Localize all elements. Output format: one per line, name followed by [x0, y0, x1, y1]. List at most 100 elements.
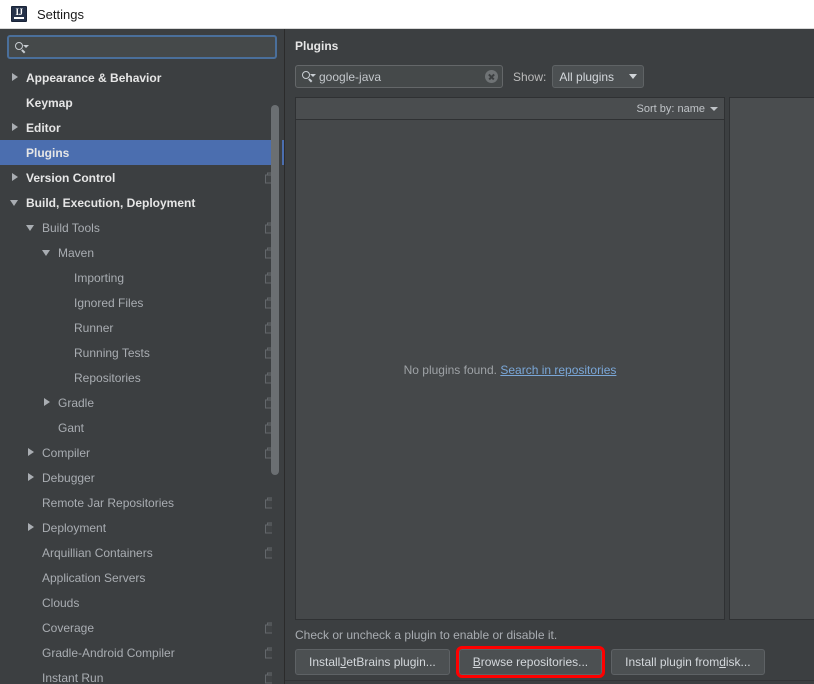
sidebar-item-debugger[interactable]: Debugger	[0, 465, 284, 490]
sidebar-item-build-execution-deployment[interactable]: Build, Execution, Deployment	[0, 190, 284, 215]
chevron-down-icon[interactable]	[10, 197, 21, 208]
sidebar-item-plugins[interactable]: Plugins	[0, 140, 284, 165]
plugin-search-input[interactable]	[319, 69, 485, 84]
plugin-action-buttons: Install JetBrains plugin... Browse reposi…	[295, 646, 814, 684]
sidebar-search-field[interactable]	[7, 35, 277, 59]
sidebar-item-application-servers[interactable]: Application Servers	[0, 565, 284, 590]
sidebar-item-deployment[interactable]: Deployment	[0, 515, 284, 540]
plugins-hint-text: Check or uncheck a plugin to enable or d…	[295, 628, 558, 642]
sidebar-item-label: Arquillian Containers	[42, 545, 153, 560]
sidebar-item-label: Clouds	[42, 595, 80, 610]
sidebar-item-label: Repositories	[74, 370, 141, 385]
sidebar-item-clouds[interactable]: Clouds	[0, 590, 284, 615]
sidebar-item-label: Build Tools	[42, 220, 100, 235]
chevron-right-icon[interactable]	[42, 397, 53, 408]
sidebar-item-gradle-android-compiler[interactable]: Gradle-Android Compiler	[0, 640, 284, 665]
chevron-right-icon[interactable]	[26, 447, 37, 458]
plugin-list-body: No plugins found. Search in repositories	[296, 120, 724, 619]
sidebar-item-editor[interactable]: Editor	[0, 115, 284, 140]
sidebar-scrollbar-track[interactable]	[271, 65, 282, 684]
chevron-down-icon[interactable]	[42, 247, 53, 258]
sidebar-item-label: Remote Jar Repositories	[42, 495, 175, 510]
chevron-right-icon[interactable]	[26, 522, 37, 533]
search-in-repositories-link[interactable]: Search in repositories	[500, 363, 616, 377]
chevron-right-icon[interactable]	[10, 122, 21, 133]
install-jetbrains-plugin-button[interactable]: Install JetBrains plugin...	[295, 649, 450, 675]
sidebar-item-maven[interactable]: Maven	[0, 240, 284, 265]
plugin-list-area: Sort by: name No plugins found. Search i…	[295, 97, 814, 620]
show-filter-value: All plugins	[559, 69, 615, 84]
search-icon	[15, 41, 29, 54]
sidebar-item-gradle[interactable]: Gradle	[0, 390, 284, 415]
sidebar-item-label: Running Tests	[74, 345, 150, 360]
show-filter-dropdown[interactable]: All plugins	[552, 65, 645, 88]
chevron-down-icon	[629, 74, 638, 79]
chevron-right-icon[interactable]	[10, 172, 21, 183]
sort-by-label: Sort by: name	[636, 102, 705, 115]
sidebar-item-repositories[interactable]: Repositories	[0, 365, 284, 390]
button-mnemonic: d	[719, 655, 726, 669]
sidebar-item-gant[interactable]: Gant	[0, 415, 284, 440]
browse-repositories-button[interactable]: Browse repositories...	[455, 646, 606, 678]
sidebar-item-label: Application Servers	[42, 570, 146, 585]
page-title: Plugins	[295, 39, 339, 53]
sidebar-item-version-control[interactable]: Version Control	[0, 165, 284, 190]
sidebar-item-label: Compiler	[42, 445, 91, 460]
sidebar-item-label: Deployment	[42, 520, 107, 535]
chevron-down-icon[interactable]	[26, 222, 37, 233]
sidebar-item-importing[interactable]: Importing	[0, 265, 284, 290]
sidebar-item-label: Ignored Files	[74, 295, 144, 310]
button-mnemonic: B	[472, 655, 481, 669]
sidebar-item-remote-jar-repositories[interactable]: Remote Jar Repositories	[0, 490, 284, 515]
sidebar-item-label: Instant Run	[42, 670, 104, 684]
sidebar-search-wrapper	[0, 29, 284, 64]
chevron-right-icon[interactable]	[26, 472, 37, 483]
sidebar-item-build-tools[interactable]: Build Tools	[0, 215, 284, 240]
sidebar-item-instant-run[interactable]: Instant Run	[0, 665, 284, 684]
sidebar-item-compiler[interactable]: Compiler	[0, 440, 284, 465]
sidebar-item-ignored-files[interactable]: Ignored Files	[0, 290, 284, 315]
install-plugin-from-disk-button[interactable]: Install plugin from d isk...	[611, 649, 765, 675]
sidebar-item-label: Runner	[74, 320, 114, 335]
sidebar-item-label: Appearance & Behavior	[26, 70, 162, 85]
chevron-right-icon[interactable]	[10, 72, 21, 83]
sidebar-item-runner[interactable]: Runner	[0, 315, 284, 340]
sidebar-item-label: Coverage	[42, 620, 95, 635]
sidebar-item-label: Debugger	[42, 470, 95, 485]
sidebar-search-input[interactable]	[32, 40, 269, 54]
window-title: Settings	[37, 6, 84, 22]
sidebar-item-coverage[interactable]: Coverage	[0, 615, 284, 640]
sidebar-item-arquillian-containers[interactable]: Arquillian Containers	[0, 540, 284, 565]
sidebar-scrollbar-thumb[interactable]	[271, 105, 279, 475]
title-bar: Settings	[0, 0, 814, 29]
chevron-down-icon	[710, 106, 718, 111]
sidebar-item-label: Maven	[58, 245, 95, 260]
sidebar-item-running-tests[interactable]: Running Tests	[0, 340, 284, 365]
sidebar-item-label: Gradle	[58, 395, 95, 410]
sidebar-item-keymap[interactable]: Keymap	[0, 90, 284, 115]
plugin-list: Sort by: name No plugins found. Search i…	[295, 97, 725, 620]
sort-by-control[interactable]: Sort by: name	[637, 103, 718, 115]
dialog-bottom-strip	[285, 680, 814, 684]
sidebar-item-label: Importing	[74, 270, 125, 285]
sidebar-item-label: Build, Execution, Deployment	[26, 195, 196, 210]
clear-icon[interactable]	[485, 70, 498, 83]
sidebar-item-label: Version Control	[26, 170, 116, 185]
plugin-search-field[interactable]	[295, 65, 503, 88]
sidebar-item-appearance-behavior[interactable]: Appearance & Behavior	[0, 65, 284, 90]
plugin-list-header: Sort by: name	[296, 98, 724, 120]
empty-state-text: No plugins found.	[403, 362, 497, 377]
button-label-suffix: etBrains plugin...	[346, 655, 436, 669]
